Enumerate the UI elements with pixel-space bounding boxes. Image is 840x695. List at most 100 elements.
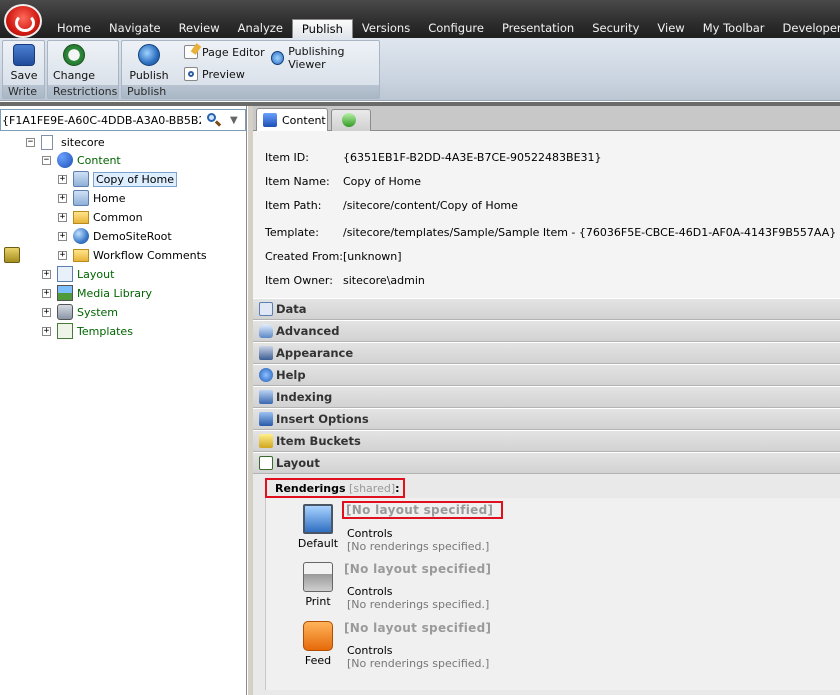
tree-label: Media Library [77,286,152,300]
preview-button[interactable]: Preview [184,67,245,81]
section-help[interactable]: Help [253,364,840,386]
globe-icon [73,228,89,244]
no-layout-link[interactable]: [No layout specified] [344,621,491,635]
tab-developer[interactable]: Developer [774,19,840,38]
expand-icon[interactable]: + [42,326,51,336]
expand-icon[interactable]: + [58,250,67,260]
restrictions-group: Change Restrictions [47,40,119,99]
no-layout-link[interactable]: [No layout specified] [342,501,504,519]
expand-icon[interactable]: + [58,212,67,222]
sitecore-logo-button[interactable] [4,4,42,38]
tab-navigate[interactable]: Navigate [100,19,170,38]
layout-section-body: Renderings [shared]: Default [No layout … [253,474,840,695]
tab-presentation[interactable]: Presentation [493,19,583,38]
tab-versions[interactable]: Versions [353,19,419,38]
tab-content[interactable]: Content [256,108,328,131]
item-owner-label: Item Owner: [265,274,333,287]
item-name-value: Copy of Home [343,175,421,188]
device-feed-button[interactable]: Feed [294,621,342,667]
controls-label: Controls [347,527,393,540]
tree-node-sitecore[interactable]: − sitecore [26,133,105,151]
section-insert-options[interactable]: Insert Options [253,408,840,430]
expand-icon[interactable]: + [42,307,51,317]
data-icon [259,302,273,316]
expand-icon[interactable]: + [42,269,51,279]
section-item-buckets[interactable]: Item Buckets [253,430,840,452]
search-icon[interactable] [206,112,222,128]
search-input[interactable] [1,111,201,129]
tree-node-copy-of-home[interactable]: + Copy of Home [58,170,177,188]
collapse-icon[interactable]: − [26,137,35,147]
expand-icon[interactable]: + [58,193,67,203]
tree-label: DemoSiteRoot [93,229,172,243]
template-label: Template: [265,226,319,239]
section-label: Help [276,368,306,382]
expand-icon[interactable]: + [58,231,67,241]
no-layout-link[interactable]: [No layout specified] [344,562,491,576]
tab-configure[interactable]: Configure [419,19,493,38]
tree-node-workflow-comments[interactable]: + Workflow Comments [58,246,207,264]
tab-view[interactable]: View [648,19,693,38]
section-label: Data [276,302,307,316]
save-button[interactable]: Save [8,44,40,82]
folder-icon [73,248,89,262]
renderings-label-box: Renderings [shared]: [265,478,405,498]
tree-node-home[interactable]: + Home [58,189,125,207]
tree-node-system[interactable]: + System [42,303,118,321]
tab-home[interactable]: Home [48,19,100,38]
add-tab-button[interactable] [331,109,371,131]
tree-node-demositeroot[interactable]: + DemoSiteRoot [58,227,172,245]
section-label: Indexing [276,390,333,404]
tab-review[interactable]: Review [170,19,229,38]
insert-options-icon [259,412,273,426]
section-label: Appearance [276,346,354,360]
tree-label: System [77,305,119,319]
tree-label: Copy of Home [93,171,177,187]
template-row: Template: /sitecore/templates/Sample/Samp… [265,226,836,239]
change-button[interactable]: Change [52,44,96,82]
system-icon [57,304,73,320]
expand-icon[interactable]: + [42,288,51,298]
device-name: Print [305,595,331,608]
shared-label: [shared] [349,481,396,495]
no-renderings-text: [No renderings specified.] [347,657,490,670]
restrictions-group-label: Restrictions [48,85,118,98]
publishing-viewer-icon [271,51,285,65]
section-advanced[interactable]: Advanced [253,320,840,342]
page-editor-icon [184,43,202,59]
item-name-row: Item Name: Copy of Home [265,175,421,188]
content-icon [57,152,73,168]
section-layout[interactable]: Layout [253,452,840,474]
tree-node-media-library[interactable]: + Media Library [42,284,152,302]
tree-node-templates[interactable]: + Templates [42,322,133,340]
dropdown-arrow-icon[interactable]: ▼ [230,115,238,126]
write-group-label: Write [3,85,44,98]
tree-label: Common [93,210,143,224]
tree-label: Workflow Comments [93,248,207,262]
publishing-viewer-button[interactable]: Publishing Viewer [271,45,379,71]
tree-label: Home [93,191,126,205]
tree-node-common[interactable]: + Common [58,208,143,226]
section-data[interactable]: Data [253,298,840,320]
collapse-icon[interactable]: − [42,155,51,165]
clock-check-icon [63,44,85,66]
template-value[interactable]: /sitecore/templates/Sample/Sample Item -… [343,226,836,239]
item-id-value: {6351EB1F-B2DD-4A3E-B7CE-90522483BE31} [343,151,602,164]
device-default-button[interactable]: Default [294,504,342,550]
device-name: Feed [304,654,332,667]
tree-node-layout[interactable]: + Layout [42,265,114,283]
publish-group-label: Publish [122,85,379,98]
no-renderings-text: [No renderings specified.] [347,540,490,553]
content-tree-pane: ▼ − sitecore − Content + Copy of Home + … [0,106,247,695]
tab-publish[interactable]: Publish [291,19,353,38]
tab-security[interactable]: Security [583,19,648,38]
publishing-viewer-label: Publishing Viewer [288,45,345,71]
section-indexing[interactable]: Indexing [253,386,840,408]
tab-analyze[interactable]: Analyze [229,19,292,38]
page-editor-button[interactable]: Page Editor [184,43,265,59]
expand-icon[interactable]: + [58,174,67,184]
section-appearance[interactable]: Appearance [253,342,840,364]
device-print-button[interactable]: Print [294,562,342,608]
tab-my-toolbar[interactable]: My Toolbar [694,19,774,38]
tree-node-content[interactable]: − Content [42,151,121,169]
